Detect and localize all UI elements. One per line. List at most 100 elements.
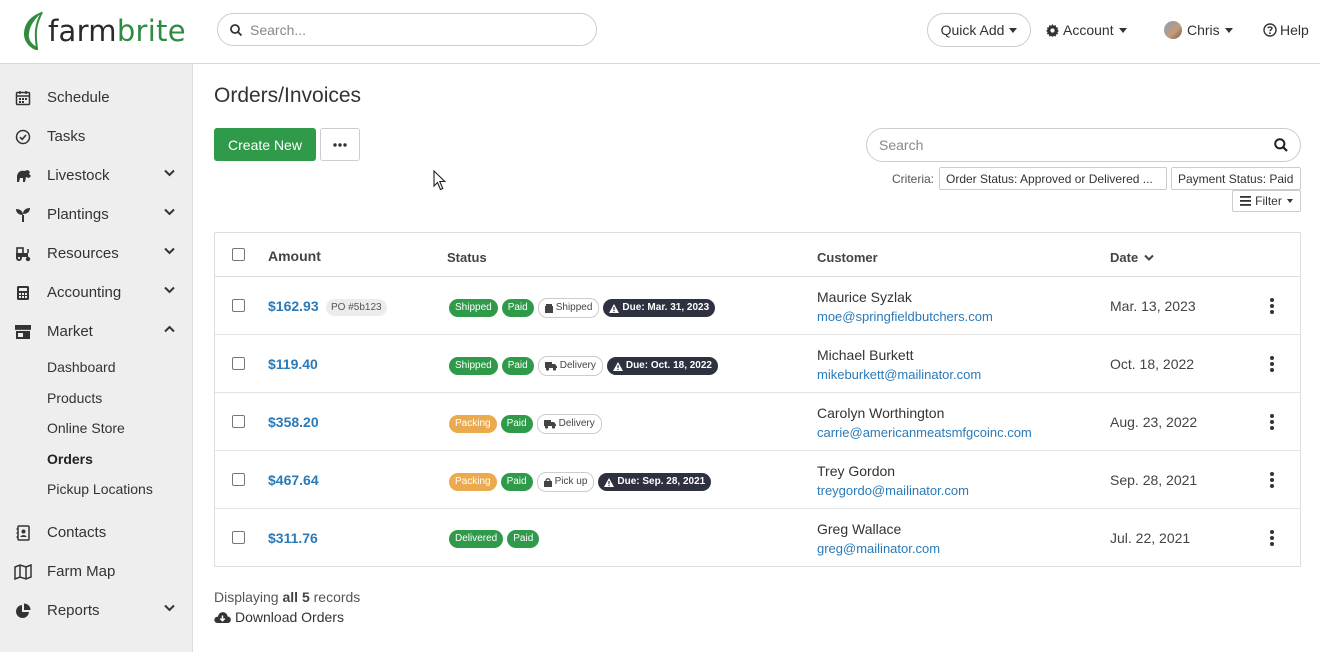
help-label: Help — [1280, 22, 1309, 38]
due-label: Due: Mar. 31, 2023 — [622, 302, 710, 313]
due-badge: Due: Oct. 18, 2022 — [606, 357, 718, 375]
status-badge: Packing — [449, 473, 497, 491]
chevron-down-icon — [1118, 27, 1127, 33]
help-link[interactable]: Help — [1263, 20, 1309, 40]
row-checkbox[interactable] — [232, 473, 245, 486]
customer-email-link[interactable]: mikeburkett@mailinator.com — [817, 367, 981, 382]
filter-button[interactable]: Filter — [1232, 190, 1301, 212]
status-badge: Shipped — [449, 299, 498, 317]
column-header-date[interactable]: Date — [1110, 250, 1154, 265]
sidebar-item-label: Livestock — [47, 167, 110, 184]
order-amount-link[interactable]: $467.64 — [268, 472, 319, 488]
create-new-button[interactable]: Create New — [214, 128, 316, 161]
row-actions-menu-icon[interactable] — [1268, 356, 1276, 372]
more-actions-button[interactable] — [320, 128, 360, 161]
column-header-customer[interactable]: Customer — [817, 250, 878, 265]
ellipsis-icon — [333, 142, 347, 147]
row-checkbox[interactable] — [232, 531, 245, 544]
global-search[interactable] — [217, 13, 597, 46]
sidebar-subitem-dashboard[interactable]: Dashboard — [47, 359, 116, 375]
due-label: Due: Oct. 18, 2022 — [625, 360, 712, 371]
sidebar-item-farm-map[interactable]: Farm Map — [0, 552, 193, 591]
sidebar-subitem-orders[interactable]: Orders — [47, 451, 93, 467]
table-row[interactable]: $311.76 Delivered Paid Greg Wallace greg… — [215, 509, 1300, 567]
sidebar-subitem-online-store[interactable]: Online Store — [47, 420, 125, 436]
select-all-checkbox[interactable] — [232, 248, 245, 261]
sidebar-item-label: Plantings — [47, 206, 109, 223]
page-title: Orders/Invoices — [214, 84, 362, 107]
order-amount-link[interactable]: $311.76 — [268, 530, 318, 546]
status-badges: Packing Paid Pick up Due: Sep. 28, 2021 — [449, 472, 712, 492]
payment-badge: Paid — [501, 299, 534, 317]
quick-add-button[interactable]: Quick Add — [927, 13, 1031, 47]
check-circle-icon — [14, 128, 32, 146]
column-header-status[interactable]: Status — [447, 250, 487, 265]
order-amount-link[interactable]: $358.20 — [268, 414, 319, 430]
user-menu[interactable]: Chris — [1164, 20, 1233, 40]
account-menu[interactable]: Account — [1046, 20, 1127, 40]
calculator-icon — [14, 284, 32, 302]
table-row[interactable]: $358.20 Packing Paid Delivery Carolyn Wo… — [215, 393, 1300, 451]
sidebar-item-accounting[interactable]: Accounting — [0, 273, 193, 312]
customer-email-link[interactable]: treygordo@mailinator.com — [817, 483, 969, 498]
sidebar: Schedule Tasks Livestock Plantings Resou… — [0, 64, 193, 652]
sidebar-item-plantings[interactable]: Plantings — [0, 195, 193, 234]
row-actions-menu-icon[interactable] — [1268, 472, 1276, 488]
sidebar-item-label: Tasks — [47, 128, 86, 145]
customer-email-link[interactable]: carrie@americanmeatsmfgcoinc.com — [817, 425, 1032, 440]
map-icon — [14, 563, 32, 581]
status-badges: Shipped Paid Shipped Due: Mar. 31, 2023 — [449, 298, 716, 318]
row-checkbox[interactable] — [232, 357, 245, 370]
question-circle-icon — [1263, 23, 1277, 37]
row-actions-menu-icon[interactable] — [1268, 414, 1276, 430]
tractor-icon — [14, 245, 32, 263]
orders-search[interactable] — [866, 128, 1301, 162]
sidebar-item-market[interactable]: Market — [0, 312, 193, 351]
user-name: Chris — [1187, 22, 1220, 38]
customer-email-link[interactable]: greg@mailinator.com — [817, 541, 940, 556]
payment-badge: Paid — [501, 357, 534, 375]
search-icon[interactable] — [1274, 138, 1288, 152]
table-row[interactable]: $119.40 Shipped Paid Delivery Due: Oct. … — [215, 335, 1300, 393]
criteria-payment-status-chip[interactable]: Payment Status: Paid — [1171, 167, 1301, 190]
row-checkbox[interactable] — [232, 299, 245, 312]
chevron-down-icon — [1224, 27, 1233, 33]
customer-name: Michael Burkett — [817, 347, 914, 363]
farmbrite-logo[interactable]: farmbrite — [22, 10, 186, 52]
row-checkbox[interactable] — [232, 415, 245, 428]
sidebar-item-tasks[interactable]: Tasks — [0, 117, 193, 156]
chevron-down-icon — [164, 286, 175, 294]
row-actions-menu-icon[interactable] — [1268, 530, 1276, 546]
pie-chart-icon — [14, 602, 32, 620]
sidebar-item-reports[interactable]: Reports — [0, 591, 193, 630]
fulfillment-label: Delivery — [559, 360, 596, 371]
sidebar-subitem-pickup-locations[interactable]: Pickup Locations — [47, 481, 153, 497]
global-search-input[interactable] — [250, 21, 570, 38]
seedling-icon — [14, 206, 32, 224]
table-row[interactable]: $162.93 PO #5b123 Shipped Paid Shipped D… — [215, 277, 1300, 335]
row-actions-menu-icon[interactable] — [1268, 298, 1276, 314]
store-icon — [14, 323, 32, 341]
order-amount-link[interactable]: $162.93 — [268, 298, 319, 314]
warning-icon — [604, 477, 615, 487]
sidebar-subitem-products[interactable]: Products — [47, 390, 102, 406]
due-badge: Due: Mar. 31, 2023 — [603, 299, 716, 317]
shopping-bag-icon — [543, 477, 552, 487]
records-count-bold: all 5 — [282, 589, 310, 605]
table-row[interactable]: $467.64 Packing Paid Pick up Due: Sep. 2… — [215, 451, 1300, 509]
sort-down-icon — [1144, 254, 1154, 261]
download-orders-link[interactable]: Download Orders — [214, 609, 344, 625]
orders-search-input[interactable] — [879, 137, 1259, 153]
status-badge: Packing — [449, 415, 497, 433]
criteria-order-status-chip[interactable]: Order Status: Approved or Delivered ... — [939, 167, 1167, 190]
sidebar-item-contacts[interactable]: Contacts — [0, 513, 193, 552]
order-date: Mar. 13, 2023 — [1110, 298, 1196, 314]
customer-email-link[interactable]: moe@springfieldbutchers.com — [817, 309, 993, 324]
truck-icon — [544, 361, 557, 371]
sidebar-item-schedule[interactable]: Schedule — [0, 78, 193, 117]
column-header-amount[interactable]: Amount — [268, 248, 321, 264]
sidebar-item-resources[interactable]: Resources — [0, 234, 193, 273]
order-date: Aug. 23, 2022 — [1110, 414, 1198, 430]
sidebar-item-livestock[interactable]: Livestock — [0, 156, 193, 195]
order-amount-link[interactable]: $119.40 — [268, 356, 318, 372]
